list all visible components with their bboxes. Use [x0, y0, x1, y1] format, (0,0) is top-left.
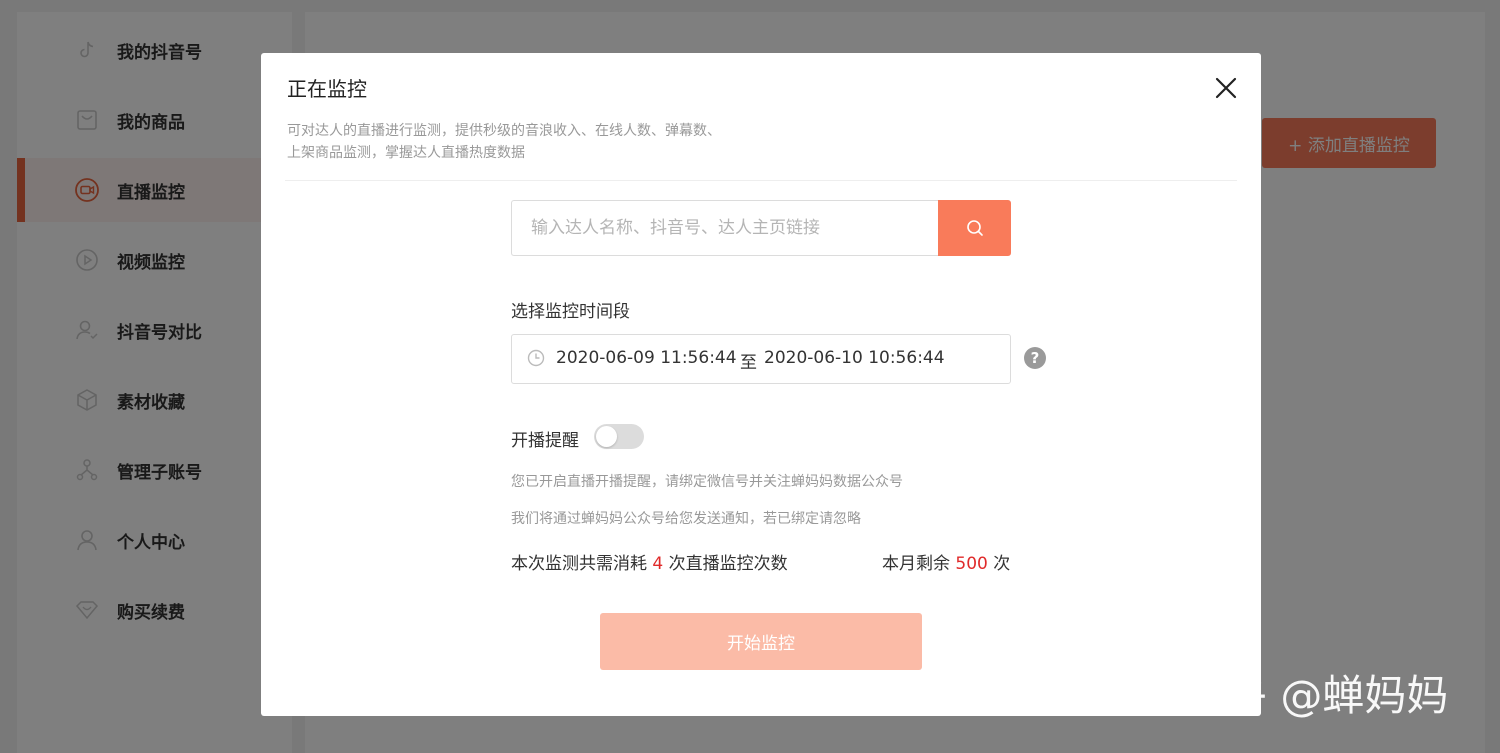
close-icon — [1215, 77, 1237, 99]
reminder-label: 开播提醒 — [511, 431, 579, 451]
modal-title: 正在监控 — [287, 77, 367, 101]
search-icon — [966, 220, 983, 236]
start-monitor-button[interactable]: 开始监控 — [600, 613, 922, 670]
usage-text: 本次监测共需消耗 4 次直播监控次数 — [511, 549, 788, 574]
toggle-knob — [596, 426, 617, 447]
range-end-value: 2020-06-10 10:56:44 — [764, 348, 945, 368]
search-button[interactable] — [938, 200, 1011, 256]
search-input[interactable] — [511, 200, 938, 256]
reminder-toggle[interactable] — [594, 424, 644, 449]
time-range-label: 选择监控时间段 — [511, 302, 630, 322]
usage-prefix: 本次监测共需消耗 — [511, 554, 647, 574]
live-monitor-modal: 正在监控 可对达人的直播进行监测，提供秒级的音浪收入、在线人数、弹幕数、 上架商… — [261, 53, 1261, 716]
reminder-note: 我们将通过蝉妈妈公众号给您发送通知，若已绑定请忽略 — [511, 511, 861, 527]
usage-suffix: 次直播监控次数 — [668, 554, 788, 574]
description-line: 可对达人的直播进行监测，提供秒级的音浪收入、在线人数、弹幕数、 — [287, 123, 721, 139]
quota-count: 500 — [955, 554, 988, 574]
close-button[interactable] — [1211, 73, 1241, 103]
help-icon[interactable]: ? — [1024, 347, 1046, 369]
range-start-value: 2020-06-09 11:56:44 — [556, 348, 737, 368]
quota-prefix: 本月剩余 — [882, 554, 950, 574]
usage-count: 4 — [652, 554, 664, 574]
divider — [285, 180, 1237, 181]
description-line: 上架商品监测，掌握达人直播热度数据 — [287, 145, 525, 161]
quota-text: 本月剩余 500 次 — [882, 549, 1010, 574]
time-range-picker[interactable]: 2020-06-09 11:56:44 至 2020-06-10 10:56:4… — [511, 334, 1011, 384]
watermark: 知乎 @蝉妈妈 — [1183, 671, 1449, 720]
range-separator: 至 — [740, 353, 757, 373]
modal-description: 可对达人的直播进行监测，提供秒级的音浪收入、在线人数、弹幕数、 上架商品监测，掌… — [287, 120, 847, 164]
clock-icon — [527, 349, 545, 367]
quota-suffix: 次 — [993, 554, 1011, 574]
reminder-note: 您已开启直播开播提醒，请绑定微信号并关注蝉妈妈数据公众号 — [511, 474, 903, 490]
search-bar — [511, 200, 1011, 256]
